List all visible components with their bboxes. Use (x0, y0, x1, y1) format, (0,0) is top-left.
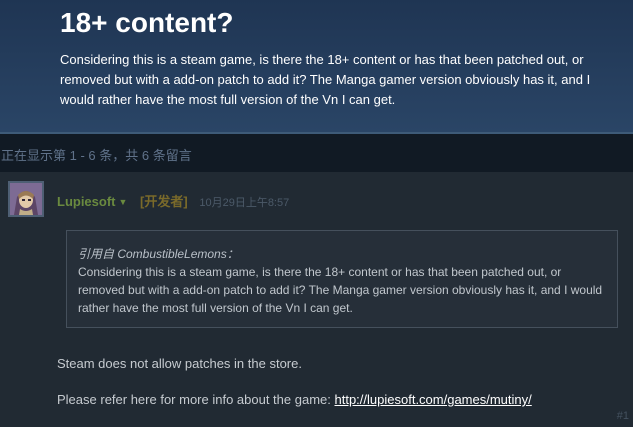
caret-down-icon[interactable]: ▼ (119, 197, 128, 207)
quote-author: 引用自 CombustibleLemons： (78, 247, 239, 261)
reply-link-prefix: Please refer here for more info about th… (57, 392, 335, 407)
topic-body: Considering this is a steam game, is the… (60, 52, 591, 107)
developer-badge: [开发者] (140, 194, 188, 209)
quote-block: 引用自 CombustibleLemons： Considering this … (66, 230, 618, 328)
game-info-link[interactable]: http://lupiesoft.com/games/mutiny/ (335, 392, 532, 407)
comment: Lupiesoft ▼ [开发者] 10月29日上午8:57 引用自 Combus… (0, 172, 633, 427)
author-row: Lupiesoft ▼ [开发者] 10月29日上午8:57 (57, 191, 290, 209)
topic-header: 18+ content? Considering this is a steam… (0, 0, 633, 132)
paging-summary: 正在显示第 1 - 6 条，共 6 条留言 (1, 148, 192, 163)
reply-text-line: Steam does not allow patches in the stor… (57, 356, 302, 371)
comment-timestamp: 10月29日上午8:57 (199, 197, 290, 209)
reply-link-line: Please refer here for more info about th… (57, 392, 532, 407)
author-name[interactable]: Lupiesoft (57, 194, 116, 209)
avatar[interactable] (8, 181, 44, 217)
avatar-image (10, 183, 42, 215)
quote-text: Considering this is a steam game, is the… (78, 265, 603, 315)
paging-bar: 正在显示第 1 - 6 条，共 6 条留言 (0, 134, 633, 172)
comment-index[interactable]: #1 (617, 410, 629, 422)
topic-title: 18+ content? (60, 7, 234, 38)
